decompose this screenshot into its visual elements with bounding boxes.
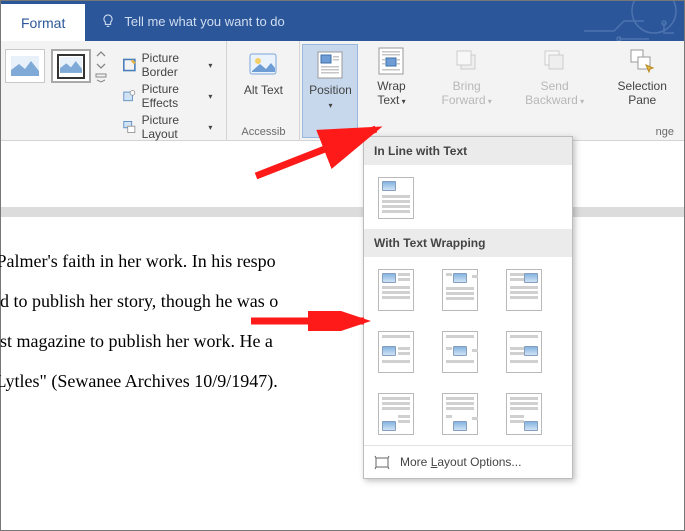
picture-border-icon: [123, 57, 136, 73]
picture-thumb-icon: [11, 56, 39, 76]
position-middle-left[interactable]: [378, 331, 414, 373]
tell-me-search[interactable]: Tell me what you want to do: [85, 1, 284, 41]
bring-forward-label: Bring Forward: [442, 79, 486, 107]
chevron-down-icon: ▾: [208, 123, 212, 132]
send-backward-label: Send Backward: [525, 79, 578, 107]
tell-me-label: Tell me what you want to do: [124, 14, 284, 29]
alt-text-icon: [247, 49, 279, 81]
send-backward-button: Send Backward ▾: [509, 41, 601, 140]
picture-style-1[interactable]: [5, 49, 45, 83]
chevron-down-icon: ▾: [328, 101, 332, 110]
position-bottom-center[interactable]: [442, 393, 478, 435]
wrap-text-button[interactable]: Wrap Text ▾: [358, 41, 424, 140]
position-icon: [314, 49, 346, 81]
more-layout-icon: [374, 454, 390, 470]
document-line: first magazine to publish her work. He a: [0, 321, 684, 361]
position-top-right[interactable]: [506, 269, 542, 311]
picture-thumb-icon: [60, 57, 82, 73]
picture-layout-menu[interactable]: Picture Layout ▾: [123, 113, 212, 141]
more-layout-options[interactable]: More Layout Options...: [364, 445, 572, 478]
wrap-text-icon: [375, 45, 407, 77]
picture-border-label: Picture Border: [142, 51, 203, 79]
position-label: Position: [309, 83, 352, 97]
picture-effects-menu[interactable]: Picture Effects ▾: [123, 82, 212, 110]
position-dropdown: In Line with Text With Text Wrapping Mor…: [363, 136, 573, 479]
lightbulb-icon: [100, 13, 116, 29]
group-arrange-label-partial: nge: [656, 126, 674, 138]
gallery-up-icon[interactable]: [95, 49, 107, 59]
title-decoration: [524, 1, 684, 41]
gallery-more-icon[interactable]: [95, 73, 107, 83]
picture-border-menu[interactable]: Picture Border ▾: [123, 51, 212, 79]
picture-style-2-selected[interactable]: [51, 49, 91, 83]
bring-forward-button: Bring Forward ▾: [425, 41, 509, 140]
gallery-down-icon[interactable]: [95, 61, 107, 71]
selection-pane-label: Selection Pane: [618, 79, 667, 107]
tab-format[interactable]: Format: [1, 1, 85, 41]
bring-forward-icon: [451, 45, 483, 77]
position-bottom-right[interactable]: [506, 393, 542, 435]
selection-pane-icon: [626, 45, 658, 77]
chevron-down-icon: ▾: [399, 97, 405, 106]
picture-layout-label: Picture Layout: [142, 113, 203, 141]
position-middle-center[interactable]: [442, 331, 478, 373]
document-line: e Lytles" (Sewanee Archives 10/9/1947).: [0, 361, 684, 401]
position-bottom-left[interactable]: [378, 393, 414, 435]
position-middle-right[interactable]: [506, 331, 542, 373]
document-line: yed to publish her story, though he was …: [0, 281, 684, 321]
picture-layout-icon: [123, 119, 136, 135]
picture-effects-icon: [123, 88, 136, 104]
position-top-left[interactable]: [378, 269, 414, 311]
group-accessibility-label: Accessib: [235, 126, 291, 138]
send-backward-icon: [539, 45, 571, 77]
alt-text-label: Alt Text: [244, 83, 283, 97]
document-line: d Palmer's faith in her work. In his res…: [0, 241, 684, 281]
dropdown-header-wrapping: With Text Wrapping: [364, 229, 572, 257]
chevron-down-icon: ▾: [208, 92, 212, 101]
alt-text-button[interactable]: Alt Text: [235, 45, 291, 99]
position-inline-with-text[interactable]: [378, 177, 414, 219]
picture-effects-label: Picture Effects: [142, 82, 203, 110]
chevron-down-icon: ▾: [208, 61, 212, 70]
more-layout-label: More Layout Options...: [400, 455, 521, 469]
dropdown-header-inline: In Line with Text: [364, 137, 572, 165]
position-button[interactable]: Position ▾: [302, 44, 358, 138]
document-body[interactable]: d Palmer's faith in her work. In his res…: [1, 217, 684, 401]
position-top-center[interactable]: [442, 269, 478, 311]
